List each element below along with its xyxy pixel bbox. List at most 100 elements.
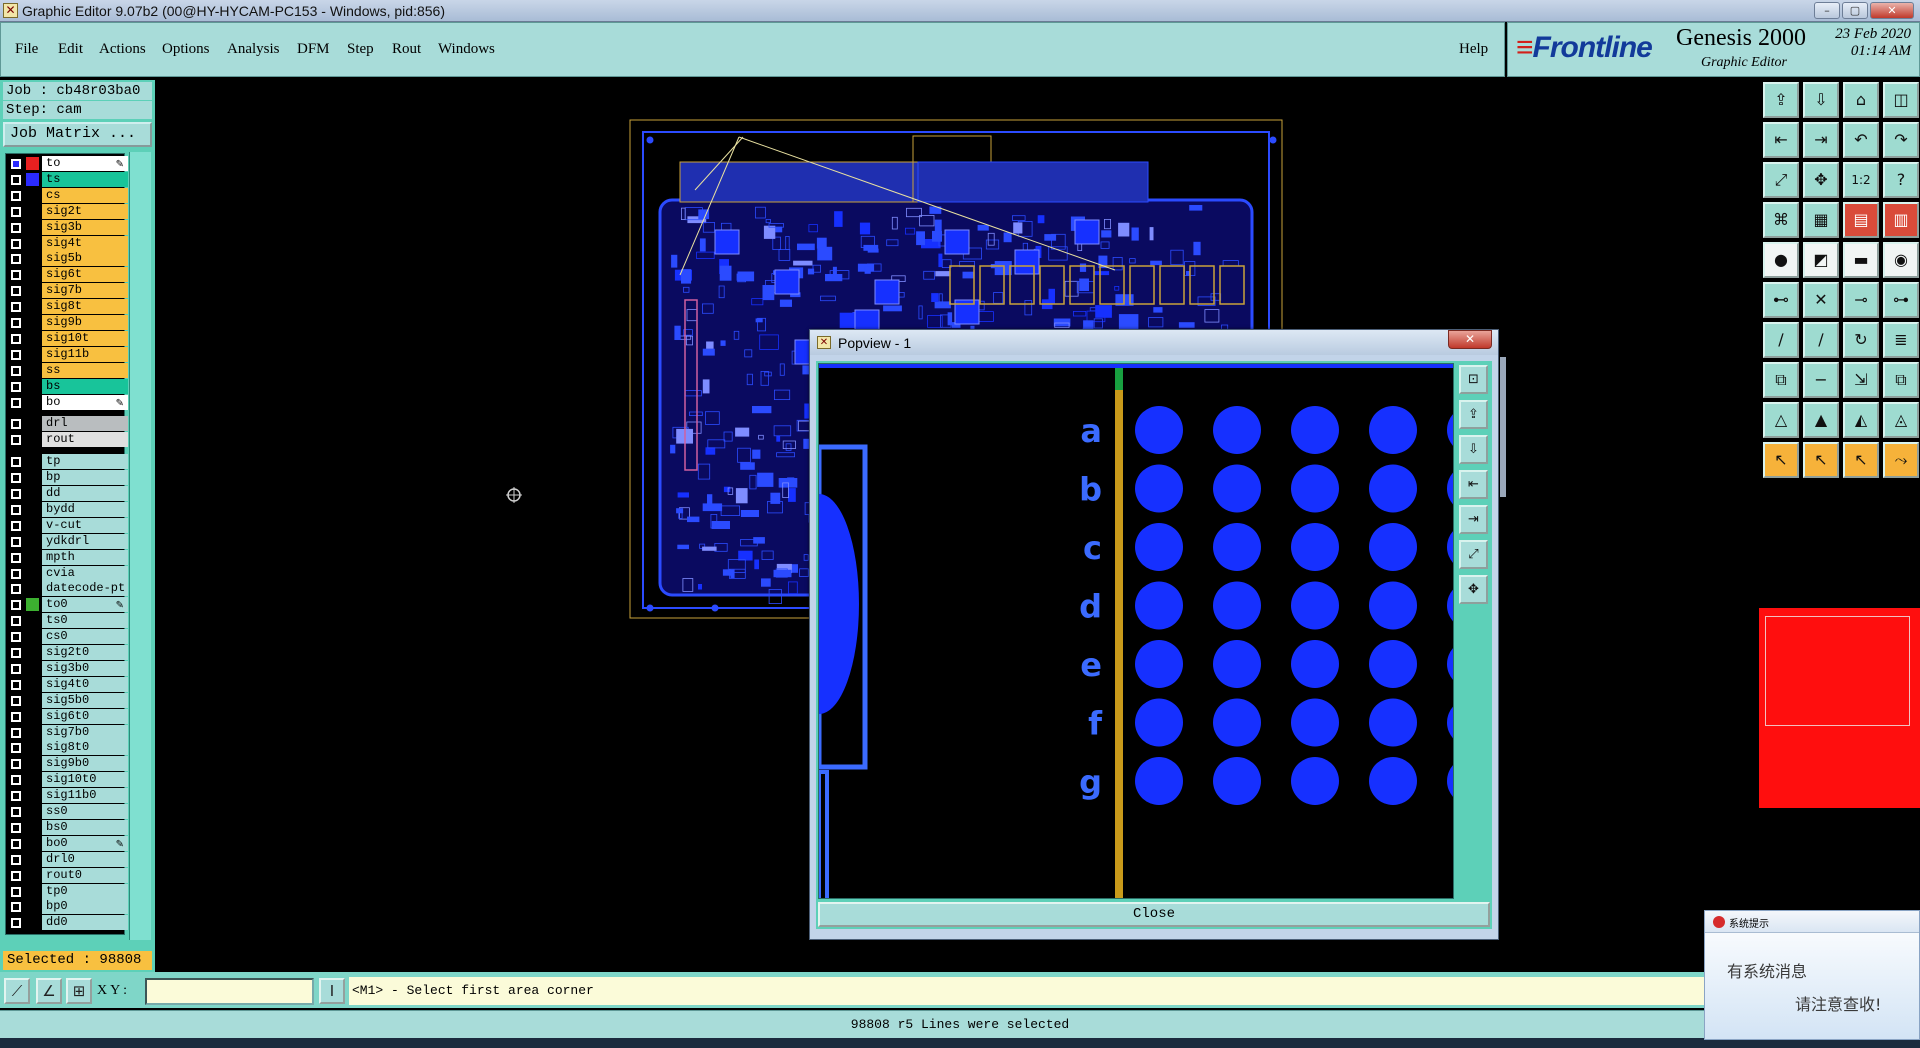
layer-name[interactable]: drl <box>42 416 128 432</box>
layer-checkbox[interactable] <box>11 822 21 833</box>
maximize-button[interactable]: ▢ <box>1842 2 1868 19</box>
menu-file[interactable]: File <box>15 41 38 58</box>
layer-name[interactable]: sig2t0 <box>42 645 128 660</box>
layer-row-sig8t[interactable]: sig8t <box>6 299 128 315</box>
connect-icon[interactable]: ⊸ <box>1843 282 1879 318</box>
layer-row-to[interactable]: to ✎ <box>6 156 128 171</box>
window-split-icon[interactable]: ◫ <box>1883 82 1919 118</box>
layer-row-drl[interactable]: drl <box>6 416 128 432</box>
center-icon[interactable]: ✥ <box>1459 575 1488 604</box>
pan-right-icon[interactable]: ↷ <box>1883 122 1919 158</box>
select-arrow-alt-icon[interactable]: ↖ <box>1803 442 1839 478</box>
layer-checkbox[interactable] <box>11 238 21 249</box>
layer-name[interactable]: tp0 <box>42 883 128 899</box>
layer-row-rout0[interactable]: rout0 <box>6 867 128 883</box>
popview-zoom-view[interactable]: abcdefg <box>819 364 1454 899</box>
layer-name[interactable]: bo ✎ <box>42 394 128 410</box>
home-icon[interactable]: ⌂ <box>1843 82 1879 118</box>
layer-name[interactable]: sig2t <box>42 203 128 219</box>
layer-name[interactable]: tp <box>42 454 128 470</box>
layer-name[interactable]: sig11b0 <box>42 788 128 804</box>
layer-name[interactable]: bo0 ✎ <box>42 835 128 851</box>
layer-name[interactable]: v-cut <box>42 517 128 533</box>
fit-icon[interactable]: ⤢ <box>1459 540 1488 569</box>
xy-input[interactable] <box>145 978 314 1005</box>
layer-row-bo[interactable]: bo ✎ <box>6 394 128 410</box>
layer-row-sig11b[interactable]: sig11b <box>6 346 128 362</box>
layer-name[interactable]: dd0 <box>42 915 128 931</box>
layer-name[interactable]: sig7b <box>42 283 128 299</box>
layer-name[interactable]: ss <box>42 362 128 378</box>
menu-windows[interactable]: Windows <box>438 41 495 58</box>
layer-row-ydkdrl[interactable]: ydkdrl <box>6 533 128 549</box>
layer-name[interactable]: sig5b <box>42 251 128 267</box>
layer-list-scrollbar[interactable] <box>129 152 151 940</box>
layer-checkbox[interactable] <box>11 663 21 674</box>
layer-name[interactable]: bp <box>42 470 128 486</box>
angle-tool-icon[interactable]: ∠ <box>36 978 62 1004</box>
layer-name[interactable]: sig8t <box>42 299 128 315</box>
move-icon[interactable]: ⇲ <box>1843 362 1879 398</box>
net-icon[interactable]: ⊷ <box>1763 282 1799 318</box>
layer-name[interactable]: cs0 <box>42 629 128 645</box>
layer-name[interactable]: mpth <box>42 549 128 565</box>
triangle-b-icon[interactable]: ▲ <box>1803 402 1839 438</box>
arc-icon[interactable]: ↻ <box>1843 322 1879 358</box>
triangle-c-icon[interactable]: ◭ <box>1843 402 1879 438</box>
layer-row-ss0[interactable]: ss0 <box>6 804 128 819</box>
layer-checkbox[interactable] <box>11 838 21 849</box>
layer-row-sig9b[interactable]: sig9b <box>6 315 128 330</box>
menu-rout[interactable]: Rout <box>392 41 421 58</box>
grid-snap-icon[interactable]: ⊞ <box>66 978 92 1004</box>
cross-icon[interactable]: ✕ <box>1803 282 1839 318</box>
layer-row-cvia[interactable]: cvia <box>6 565 128 581</box>
close-window-button[interactable]: ✕ <box>1870 2 1914 19</box>
layer-checkbox[interactable] <box>11 302 21 313</box>
layer-checkbox[interactable] <box>11 318 21 328</box>
layer-checkbox[interactable] <box>11 190 21 201</box>
pan-left-icon[interactable]: ↶ <box>1843 122 1879 158</box>
layer-checkbox[interactable] <box>11 695 21 706</box>
layer-display-icon[interactable]: ▤ <box>1843 202 1879 238</box>
surface-icon[interactable]: ⧉ <box>1763 362 1799 398</box>
layer-name[interactable]: to ✎ <box>42 156 128 171</box>
layer-checkbox[interactable] <box>11 727 21 738</box>
layer-compare-icon[interactable]: ▥ <box>1883 202 1919 238</box>
layer-row-cs0[interactable]: cs0 <box>6 629 128 645</box>
layer-checkbox[interactable] <box>11 397 21 408</box>
layer-list[interactable]: to ✎ ts cs sig2t sig3b sig4t sig5b sig6t sig7b sig… <box>5 153 128 935</box>
fit-profile-icon[interactable]: ✥ <box>1803 162 1839 198</box>
layer-row-sig5b[interactable]: sig5b <box>6 251 128 267</box>
menu-step[interactable]: Step <box>347 41 374 58</box>
layer-row-dd0[interactable]: dd0 <box>6 915 128 931</box>
popview-scroll-handle[interactable] <box>1500 357 1506 497</box>
feature-info-icon[interactable]: ◩ <box>1803 242 1839 278</box>
layer-row-drl0[interactable]: drl0 <box>6 851 128 867</box>
menu-analysis[interactable]: Analysis <box>227 41 280 58</box>
layer-checkbox[interactable] <box>11 679 21 690</box>
layer-row-sig3b0[interactable]: sig3b0 <box>6 660 128 676</box>
layer-row-ss[interactable]: ss <box>6 362 128 378</box>
layer-name[interactable]: bs <box>42 378 128 394</box>
measure-icon[interactable]: ▬ <box>1843 242 1879 278</box>
zoom-in-icon[interactable]: ⇪ <box>1459 400 1488 429</box>
layer-name[interactable]: sig4t0 <box>42 676 128 692</box>
layer-name[interactable]: sig7b0 <box>42 724 128 740</box>
layer-name[interactable]: dd <box>42 486 128 501</box>
scale-icon[interactable]: 1:2 <box>1843 162 1879 198</box>
layer-checkbox[interactable] <box>11 807 21 817</box>
layer-checkbox[interactable] <box>11 174 21 185</box>
layer-row-sig2t[interactable]: sig2t <box>6 203 128 219</box>
fit-screen-icon[interactable]: ⤢ <box>1763 162 1799 198</box>
layer-row-sig5b0[interactable]: sig5b0 <box>6 692 128 708</box>
grid-icon[interactable]: ▦ <box>1803 202 1839 238</box>
layer-checkbox[interactable] <box>11 349 21 360</box>
layer-checkbox[interactable] <box>11 902 21 913</box>
layer-checkbox[interactable] <box>11 419 21 430</box>
layer-row-to0[interactable]: to0 ✎ <box>6 597 128 613</box>
zoom-out-icon[interactable]: ⇩ <box>1459 435 1488 464</box>
layer-checkbox[interactable] <box>11 457 21 468</box>
save-icon[interactable]: ⇩ <box>1803 82 1839 118</box>
layer-checkbox[interactable] <box>11 365 21 376</box>
layer-checkbox[interactable] <box>11 600 21 611</box>
